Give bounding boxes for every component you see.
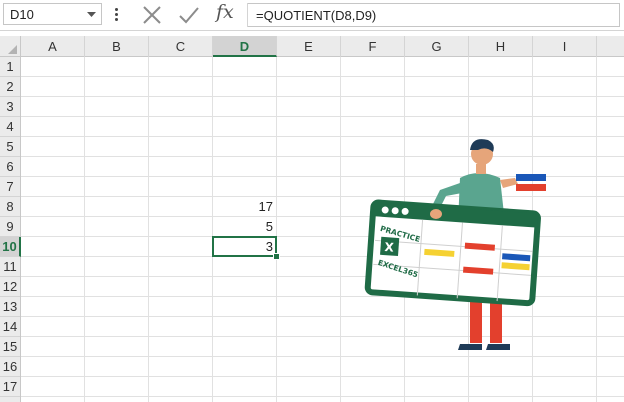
row-header-column: 1 2 3 4 5 6 7 8 9 10 11 12 13 14 15 16 17 <box>0 57 21 402</box>
checkmark-icon[interactable] <box>176 3 202 27</box>
formula-text: =QUOTIENT(D8,D9) <box>256 8 377 23</box>
row-header-16[interactable]: 16 <box>0 357 20 377</box>
grid-hline <box>21 356 624 357</box>
grid-vline <box>84 57 85 402</box>
cell-d9[interactable]: 5 <box>213 217 273 237</box>
column-header-c[interactable]: C <box>149 36 213 57</box>
grid-hline <box>21 136 624 137</box>
grid-hline <box>21 396 624 397</box>
name-box[interactable]: D10 <box>3 3 102 25</box>
row-header-8[interactable]: 8 <box>0 197 20 217</box>
grid-hline <box>21 376 624 377</box>
column-header-i[interactable]: I <box>533 36 597 57</box>
excel-logo-letter: X <box>384 240 395 255</box>
column-header-g[interactable]: G <box>405 36 469 57</box>
formula-input[interactable]: =QUOTIENT(D8,D9) <box>248 3 620 27</box>
row-header-12[interactable]: 12 <box>0 277 20 297</box>
row-header-9[interactable]: 9 <box>0 217 20 237</box>
column-header-f[interactable]: F <box>341 36 405 57</box>
row-header-1[interactable]: 1 <box>0 57 20 77</box>
grid-vline <box>340 57 341 402</box>
cell-d8[interactable]: 17 <box>213 197 273 217</box>
row-header-5[interactable]: 5 <box>0 137 20 157</box>
name-box-value: D10 <box>10 7 34 22</box>
row-header-15[interactable]: 15 <box>0 337 20 357</box>
column-header-partial <box>597 36 624 57</box>
row-header-13[interactable]: 13 <box>0 297 20 317</box>
row-header-6[interactable]: 6 <box>0 157 20 177</box>
column-header-h[interactable]: H <box>469 36 533 57</box>
row-header-14[interactable]: 14 <box>0 317 20 337</box>
column-header-d[interactable]: D <box>213 36 277 57</box>
select-all-button[interactable] <box>0 36 21 57</box>
row-header-11[interactable]: 11 <box>0 257 20 277</box>
grid-hline <box>21 96 624 97</box>
row-header-10[interactable]: 10 <box>0 237 21 257</box>
row-header-7[interactable]: 7 <box>0 177 20 197</box>
active-cell-outline[interactable] <box>212 236 277 257</box>
grid-vline <box>148 57 149 402</box>
column-header-a[interactable]: A <box>21 36 85 57</box>
column-header-b[interactable]: B <box>85 36 149 57</box>
row-header-3[interactable]: 3 <box>0 97 20 117</box>
insert-function-button[interactable]: fx <box>216 1 240 27</box>
more-options-icon[interactable] <box>113 6 119 24</box>
column-header-row: ABCDEFGHI <box>0 36 624 57</box>
row-header-2[interactable]: 2 <box>0 77 20 97</box>
row-header-17[interactable]: 17 <box>0 377 20 397</box>
grid-vline <box>276 57 277 402</box>
grid-hline <box>21 76 624 77</box>
grid-hline <box>21 116 624 117</box>
cancel-x-icon[interactable] <box>139 3 165 27</box>
grid-vline <box>596 57 597 402</box>
row-header-4[interactable]: 4 <box>0 117 20 137</box>
formula-bar: D10 fx =QUOTIENT(D8,D9) <box>0 0 624 31</box>
practice-excel-illustration: PRACTICE X EXCEL365 <box>364 139 546 350</box>
column-header-e[interactable]: E <box>277 36 341 57</box>
chevron-down-icon[interactable] <box>87 12 96 18</box>
function-label: fx <box>216 1 234 23</box>
fill-handle[interactable] <box>273 253 280 260</box>
